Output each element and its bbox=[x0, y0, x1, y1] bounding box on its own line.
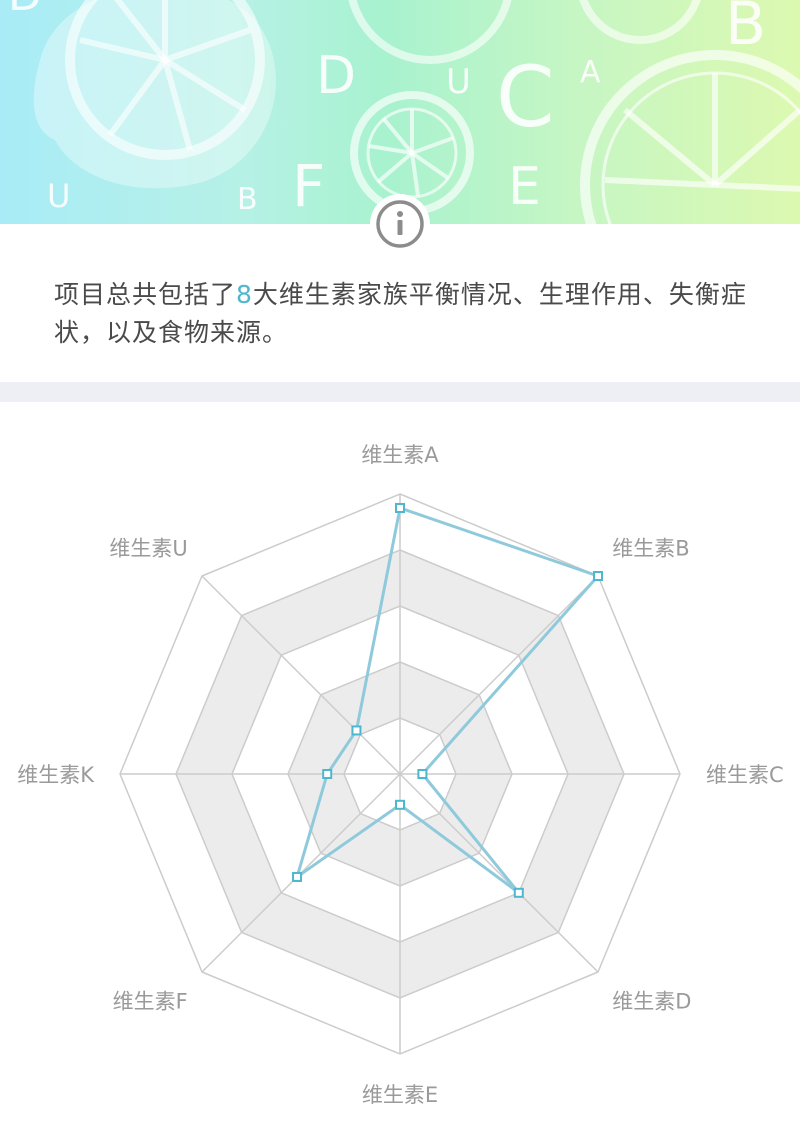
lemon-illustration: D D U C A B U B F E bbox=[8, 0, 800, 224]
svg-text:F: F bbox=[292, 152, 325, 220]
radar-axis-label: 维生素E bbox=[362, 1083, 438, 1107]
description-text: 项目总共包括了8大维生素家族平衡情况、生理作用、失衡症状，以及食物来源。 bbox=[54, 276, 754, 352]
radar-axis-label: 维生素F bbox=[113, 989, 188, 1013]
radar-axis-label: 维生素K bbox=[17, 763, 95, 787]
radar-data-point bbox=[292, 871, 303, 882]
radar-data-point bbox=[351, 725, 362, 736]
svg-text:E: E bbox=[508, 157, 541, 217]
radar-data-point bbox=[322, 769, 333, 779]
radar-data-point bbox=[395, 503, 405, 513]
description-prefix: 项目总共包括了 bbox=[54, 280, 237, 309]
section-divider bbox=[0, 382, 800, 402]
radar-chart: 维生素A 维生素B 维生素C 维生素D 维生素E 维生素F 维生素K 维生素U bbox=[17, 443, 784, 1107]
radar-axis-label: 维生素C bbox=[706, 763, 784, 787]
info-badge[interactable] bbox=[370, 194, 430, 254]
radar-data-point bbox=[395, 799, 405, 810]
radar-chart-area: 维生素A 维生素B 维生素C 维生素D 维生素E 维生素F 维生素K 维生素U bbox=[0, 402, 800, 1143]
svg-text:U: U bbox=[47, 177, 70, 215]
radar-data-point bbox=[592, 571, 603, 582]
lemon-slice-graphic bbox=[33, 0, 276, 189]
svg-text:B: B bbox=[237, 182, 258, 217]
svg-text:B: B bbox=[725, 0, 766, 59]
radar-axis-label: 维生素A bbox=[361, 443, 439, 467]
radar-axis-label: 维生素B bbox=[612, 537, 689, 561]
vitamin-count: 8 bbox=[236, 280, 253, 309]
radar-data-point bbox=[417, 769, 428, 779]
svg-text:C: C bbox=[496, 48, 555, 146]
info-circle-icon bbox=[376, 200, 424, 248]
radar-data-point bbox=[513, 887, 524, 898]
radar-axis-label: 维生素U bbox=[109, 537, 187, 561]
radar-axis-label: 维生素D bbox=[612, 989, 691, 1013]
svg-text:A: A bbox=[580, 55, 601, 90]
svg-text:U: U bbox=[446, 62, 471, 102]
header-banner: D D U C A B U B F E bbox=[0, 0, 800, 224]
svg-text:D: D bbox=[316, 46, 356, 106]
svg-text:D: D bbox=[8, 0, 42, 21]
